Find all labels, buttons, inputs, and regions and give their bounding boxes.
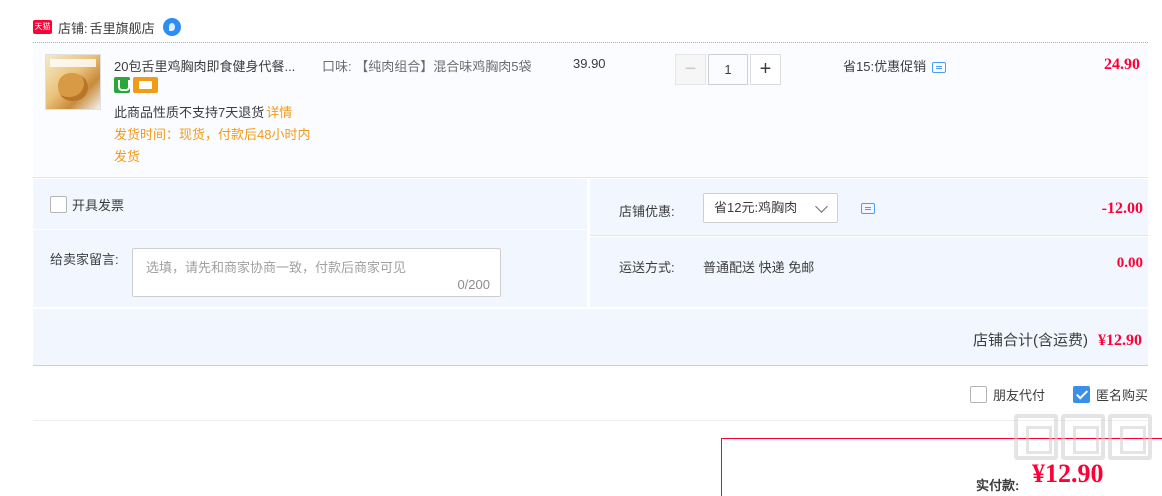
friend-pay-option[interactable]: 朋友代付 [969, 385, 1045, 404]
ship-time-text: 发货时间：现货，付款后48小时内发货 [114, 127, 311, 164]
shipping-label: 运送方式: [619, 260, 675, 275]
promotion-text: 省15:优惠促销 [843, 59, 927, 74]
pay-amount: ¥12.90 [1032, 459, 1104, 488]
order-item-row: 20包舌里鸡胸肉即食健身代餐... 此商品性质不支持7天退货 详情 发货时间：现货… [33, 44, 1148, 178]
shop-label: 店铺: [58, 20, 88, 36]
shop-total: 店铺合计(含运费) ¥12.90 [973, 329, 1142, 350]
decrease-quantity-button[interactable]: − [675, 54, 706, 85]
friend-pay-checkbox[interactable] [969, 386, 987, 403]
invoice-checkbox[interactable] [50, 196, 67, 213]
payment-summary-box: 实付款: ¥12.90 [721, 438, 1162, 496]
options-left-panel: 开具发票 给卖家留言: 选填，请先和商家协商一致，付款后商家可见 0/200 [33, 179, 588, 307]
shop-divider [33, 42, 1148, 43]
seller-message-input[interactable]: 选填，请先和商家协商一致，付款后商家可见 0/200 [132, 248, 501, 297]
thumbnail-food-image [58, 73, 88, 101]
product-title-link[interactable]: 20包舌里鸡胸肉即食健身代餐... [114, 56, 314, 75]
shop-coupon-selected: 省12元:鸡胸肉 [714, 200, 798, 215]
increase-quantity-button[interactable]: + [750, 54, 781, 85]
shipping-row: 运送方式: 普通配送 快递 免邮 0.00 [590, 237, 1148, 307]
promotion-info: 省15:优惠促销 [843, 56, 947, 75]
friend-pay-label: 朋友代付 [992, 388, 1045, 403]
shop-name-link[interactable]: 舌里旗舰店 [90, 18, 155, 37]
bottom-divider [33, 420, 1148, 421]
coupon-discount-amount: -12.00 [1101, 200, 1143, 217]
shop-coupon-row: 店铺优惠: 省12元:鸡胸肉 -12.00 [590, 179, 1148, 236]
no-return-text: 此商品性质不支持7天退货 [114, 105, 265, 120]
quantity-stepper: − 1 + [675, 54, 781, 85]
invoice-checkbox-group[interactable]: 开具发票 [50, 195, 124, 214]
chevron-down-icon [815, 200, 828, 213]
promotion-comment-icon[interactable] [932, 62, 947, 73]
tmall-icon: 天猫 [33, 20, 52, 34]
shipping-fee: 0.00 [1116, 255, 1143, 271]
extra-options: 朋友代付 匿名购买 [942, 385, 1148, 404]
options-separator [33, 229, 588, 230]
order-options: 开具发票 给卖家留言: 选填，请先和商家协商一致，付款后商家可见 0/200 店… [33, 179, 1148, 309]
guarantee-icon[interactable] [114, 77, 130, 93]
shipping-method: 普通配送 快递 免邮 [703, 260, 815, 275]
sku-label: 口味: [322, 59, 352, 74]
shop-coupon-select[interactable]: 省12元:鸡胸肉 [703, 193, 838, 223]
shop-header: 天猫 店铺: 舌里旗舰店 [33, 14, 181, 40]
shop-total-label: 店铺合计(含运费) [973, 332, 1088, 349]
shop-total-row: 店铺合计(含运费) ¥12.90 [33, 309, 1148, 366]
thumbnail-banner [50, 59, 96, 67]
item-subtotal: 24.90 [1104, 56, 1140, 73]
sku-value: 【纯肉组合】混合味鸡胸肉5袋 [355, 59, 532, 74]
no-return-notice: 此商品性质不支持7天退货 详情 [114, 102, 292, 121]
seller-message-placeholder: 选填，请先和商家协商一致，付款后商家可见 [146, 260, 407, 275]
detail-link[interactable]: 详情 [266, 105, 292, 120]
service-icons [114, 77, 158, 93]
quantity-input[interactable]: 1 [708, 54, 748, 85]
pay-label: 实付款: [976, 478, 1020, 493]
coupon-comment-icon[interactable] [861, 203, 875, 214]
shop-coupon-label: 店铺优惠: [619, 204, 675, 219]
anonymous-buy-checkbox[interactable] [1072, 386, 1090, 403]
invoice-label: 开具发票 [72, 198, 125, 213]
anonymous-buy-label: 匿名购买 [1095, 388, 1148, 403]
product-thumbnail[interactable] [45, 54, 101, 110]
options-right-panel: 店铺优惠: 省12元:鸡胸肉 -12.00 运送方式: 普通配送 快递 免邮 0… [590, 179, 1148, 307]
shop-total-value: ¥12.90 [1098, 332, 1142, 349]
seller-message-counter: 0/200 [457, 277, 490, 292]
credit-card-icon[interactable] [133, 77, 158, 93]
wangwang-chat-icon[interactable] [162, 18, 181, 36]
sku-info: 口味: 【纯肉组合】混合味鸡胸肉5袋 [322, 56, 547, 77]
unit-price: 39.90 [573, 56, 606, 71]
anonymous-buy-option[interactable]: 匿名购买 [1072, 385, 1148, 404]
seller-message-label: 给卖家留言: [50, 252, 119, 267]
